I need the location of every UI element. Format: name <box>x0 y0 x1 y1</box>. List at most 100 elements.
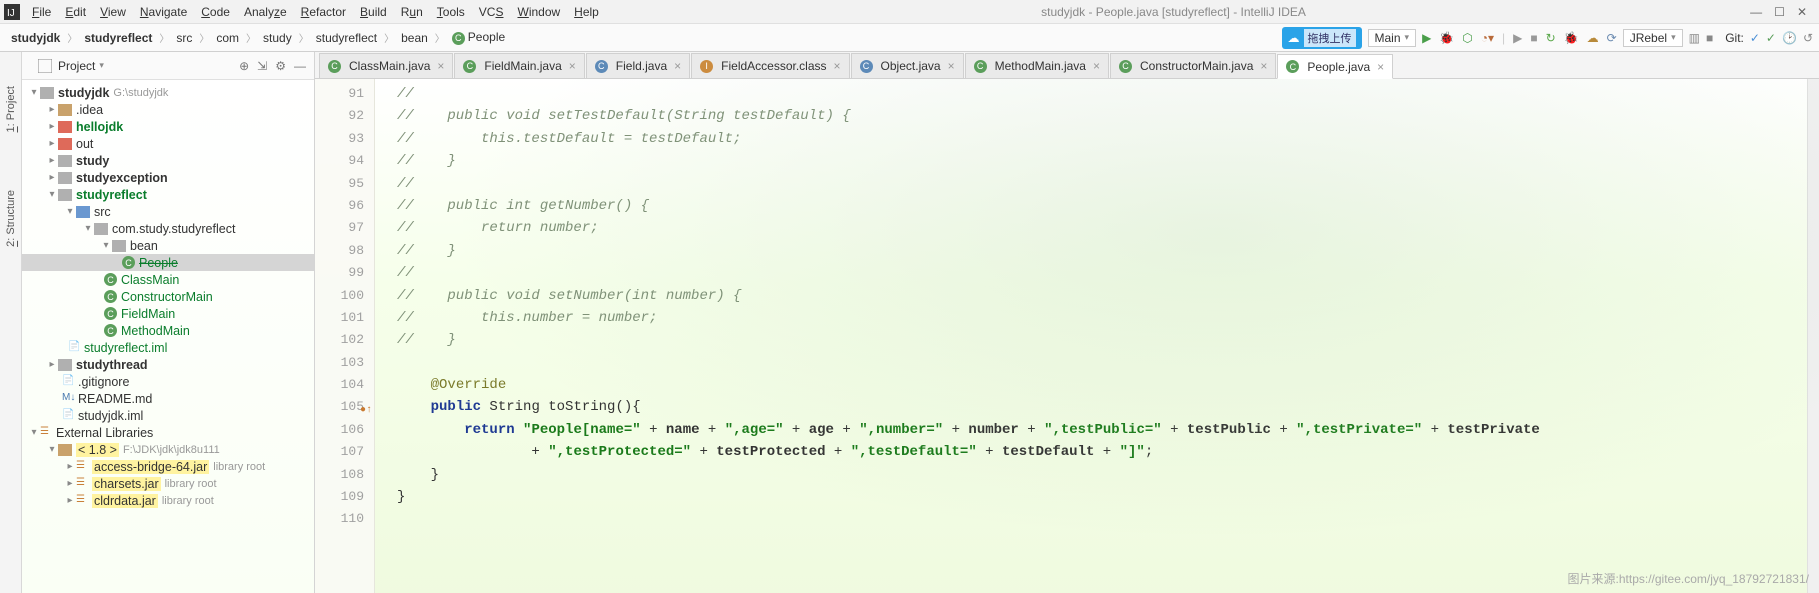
tree-studyreflect[interactable]: ▾studyreflect <box>22 186 314 203</box>
tree-jdk[interactable]: ▾< 1.8 >F:\JDK\jdk\jdk8u111 <box>22 441 314 458</box>
menu-navigate[interactable]: Navigate <box>134 3 193 21</box>
code-editor[interactable]: 919293949596979899100101102103104105●↑10… <box>315 79 1819 593</box>
tree-idea[interactable]: ▸.idea <box>22 101 314 118</box>
tab-label: MethodMain.java <box>995 59 1086 73</box>
tree-extlibs[interactable]: ▾☰External Libraries <box>22 424 314 441</box>
tree-jar1[interactable]: ▸☰access-bridge-64.jarlibrary root <box>22 458 314 475</box>
profile-button[interactable]: ◔▾ <box>1481 31 1494 45</box>
tree-src[interactable]: ▾src <box>22 203 314 220</box>
jrebel-cloud-button[interactable]: ☁ <box>1587 31 1599 45</box>
tree-pkg[interactable]: ▾com.study.studyreflect <box>22 220 314 237</box>
jrebel-sync-button[interactable]: ⟳ <box>1607 31 1617 45</box>
menu-window[interactable]: Window <box>511 3 566 21</box>
sidebar-title: Project <box>58 59 95 73</box>
menu-refactor[interactable]: Refactor <box>295 3 352 21</box>
menu-help[interactable]: Help <box>568 3 605 21</box>
git-revert-button[interactable]: ↺ <box>1803 31 1813 45</box>
editor-tab[interactable]: CPeople.java× <box>1277 54 1393 79</box>
menu-run[interactable]: Run <box>395 3 429 21</box>
project-tree[interactable]: ▾studyjdkG:\studyjdk ▸.idea ▸hellojdk ▸o… <box>22 80 314 593</box>
tree-classmain[interactable]: CClassMain <box>22 271 314 288</box>
tree-hellojdk[interactable]: ▸hellojdk <box>22 118 314 135</box>
editor-tab[interactable]: CFieldMain.java× <box>454 53 584 78</box>
editor-tab[interactable]: CClassMain.java× <box>319 53 453 78</box>
hide-icon[interactable]: — <box>294 59 306 73</box>
stop-button[interactable]: ■ <box>1530 31 1537 45</box>
tab-close-icon[interactable]: × <box>834 59 841 73</box>
debug-button[interactable]: 🐞 <box>1439 31 1454 45</box>
maximize-button[interactable]: ☐ <box>1774 5 1785 19</box>
tab-close-icon[interactable]: × <box>569 59 576 73</box>
editor-tab[interactable]: CConstructorMain.java× <box>1110 53 1276 78</box>
menu-analyze[interactable]: Analyze <box>238 3 293 21</box>
crumb-study[interactable]: study <box>258 30 297 46</box>
run-config-select[interactable]: Main ▾ <box>1368 29 1417 47</box>
tab-close-icon[interactable]: × <box>1260 59 1267 73</box>
menu-view[interactable]: View <box>94 3 132 21</box>
editor-tab[interactable]: CMethodMain.java× <box>965 53 1109 78</box>
menu-vcs[interactable]: VCS <box>473 3 510 21</box>
crumb-pkg[interactable]: studyreflect <box>311 30 382 46</box>
settings-gear-icon[interactable]: ⚙ <box>275 59 286 73</box>
app-icon: IJ <box>4 4 20 20</box>
menu-build[interactable]: Build <box>354 3 393 21</box>
toolwindow-structure-tab[interactable]: 2: Structure <box>3 186 19 251</box>
toolwindow-project-tab[interactable]: 1: Project <box>3 82 19 136</box>
tab-label: ConstructorMain.java <box>1140 59 1253 73</box>
tree-studyexception[interactable]: ▸studyexception <box>22 169 314 186</box>
tree-people[interactable]: CPeople <box>22 254 314 271</box>
menu-edit[interactable]: Edit <box>59 3 92 21</box>
tree-studythread[interactable]: ▸studythread <box>22 356 314 373</box>
rerun-button[interactable]: ▶ <box>1513 31 1522 45</box>
menu-tools[interactable]: Tools <box>431 3 471 21</box>
jrebel-run-button[interactable]: ↻ <box>1546 31 1556 45</box>
tree-fieldmain[interactable]: CFieldMain <box>22 305 314 322</box>
tab-close-icon[interactable]: × <box>437 59 444 73</box>
toolbar-icon-1[interactable]: ▥ <box>1689 31 1700 45</box>
tab-close-icon[interactable]: × <box>948 59 955 73</box>
toolbar-icon-2[interactable]: ■ <box>1706 31 1713 45</box>
run-button[interactable]: ▶ <box>1422 31 1431 45</box>
collapse-all-icon[interactable]: ⇲ <box>257 59 267 73</box>
close-button[interactable]: ✕ <box>1797 5 1807 19</box>
tree-jar3[interactable]: ▸☰cldrdata.jarlibrary root <box>22 492 314 509</box>
editor-tab[interactable]: CField.java× <box>586 53 690 78</box>
tree-root[interactable]: ▾studyjdkG:\studyjdk <box>22 84 314 101</box>
crumb-src[interactable]: src <box>171 30 197 46</box>
toolbar-sep: | <box>1502 31 1505 45</box>
tree-study[interactable]: ▸study <box>22 152 314 169</box>
tree-methodmain[interactable]: CMethodMain <box>22 322 314 339</box>
error-stripe[interactable] <box>1807 79 1819 593</box>
tree-jar2[interactable]: ▸☰charsets.jarlibrary root <box>22 475 314 492</box>
tree-iml[interactable]: 📄studyreflect.iml <box>22 339 314 356</box>
crumb-root[interactable]: studyjdk <box>6 30 65 46</box>
menu-code[interactable]: Code <box>195 3 236 21</box>
tree-bean[interactable]: ▾bean <box>22 237 314 254</box>
tab-close-icon[interactable]: × <box>674 59 681 73</box>
crumb-class[interactable]: CPeople <box>447 29 510 46</box>
jrebel-debug-button[interactable]: 🐞 <box>1564 31 1579 45</box>
coverage-button[interactable]: ⬡ <box>1462 31 1472 45</box>
tree-readme[interactable]: M↓README.md <box>22 390 314 407</box>
editor-tab[interactable]: IFieldAccessor.class× <box>691 53 849 78</box>
scroll-from-source-icon[interactable]: ⊕ <box>239 59 249 73</box>
tree-rootiml[interactable]: 📄studyjdk.iml <box>22 407 314 424</box>
git-commit-button[interactable]: ✓ <box>1766 31 1776 45</box>
editor-tab[interactable]: CObject.java× <box>851 53 964 78</box>
git-update-button[interactable]: ✓ <box>1750 31 1760 45</box>
code-content[interactable]: //// public void setTestDefault(String t… <box>375 79 1807 593</box>
tab-close-icon[interactable]: × <box>1377 60 1384 74</box>
crumb-module[interactable]: studyreflect <box>79 30 157 46</box>
git-history-button[interactable]: 🕑 <box>1782 31 1797 45</box>
tree-constructormain[interactable]: CConstructorMain <box>22 288 314 305</box>
tree-out[interactable]: ▸out <box>22 135 314 152</box>
titlebar: IJ File Edit View Navigate Code Analyze … <box>0 0 1819 24</box>
tree-gitignore[interactable]: 📄.gitignore <box>22 373 314 390</box>
tab-close-icon[interactable]: × <box>1093 59 1100 73</box>
crumb-com[interactable]: com <box>211 30 244 46</box>
cloud-upload-button[interactable]: ☁ 拖拽上传 <box>1282 27 1362 49</box>
crumb-bean[interactable]: bean <box>396 30 433 46</box>
jrebel-select[interactable]: JRebel ▾ <box>1623 29 1683 47</box>
menu-file[interactable]: File <box>26 3 57 21</box>
minimize-button[interactable]: — <box>1750 5 1762 19</box>
